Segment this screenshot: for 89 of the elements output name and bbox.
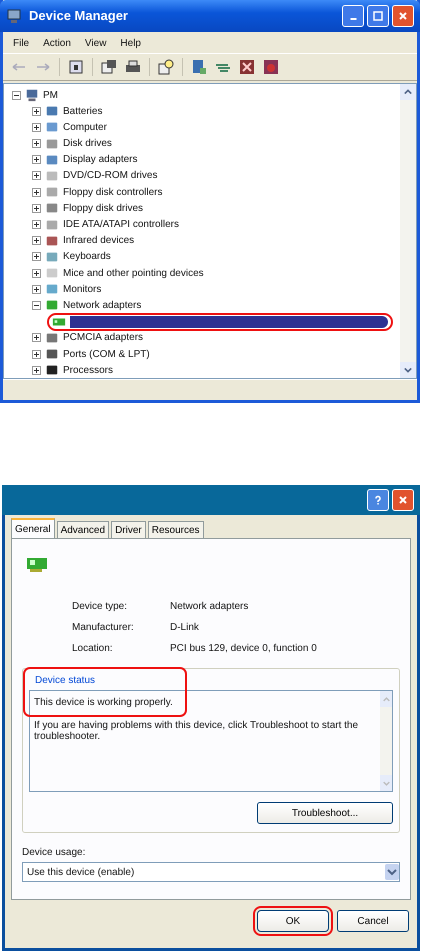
maximize-icon <box>373 10 383 21</box>
scrollbar[interactable] <box>400 84 416 378</box>
field-value: PCI bus 129, device 0, function 0 <box>170 643 318 654</box>
device-icon <box>45 282 59 296</box>
tree-item[interactable]: Ports (COM & LPT) <box>63 348 150 360</box>
device-icon <box>45 250 59 264</box>
maximize-button[interactable] <box>367 4 389 27</box>
field-value: D-Link <box>170 622 200 633</box>
help-button[interactable] <box>367 489 389 511</box>
expand-toggle[interactable] <box>32 236 41 246</box>
device-icon <box>45 330 59 345</box>
expand-toggle[interactable] <box>32 333 41 342</box>
tree-item[interactable]: Display adapters <box>63 154 138 166</box>
troubleshoot-button[interactable]: Troubleshoot... <box>257 802 393 824</box>
device-usage-dropdown[interactable]: Use this device (enable) <box>22 862 400 882</box>
expand-toggle[interactable] <box>12 90 21 100</box>
status-message: This device is working properly. <box>34 697 174 708</box>
field-label: Device type: <box>72 601 128 612</box>
network-card-icon <box>26 555 50 575</box>
expand-toggle[interactable] <box>32 268 41 278</box>
scroll-up-icon[interactable] <box>404 88 412 96</box>
tab[interactable]: Advanced <box>56 521 110 538</box>
expand-toggle[interactable] <box>32 139 41 148</box>
field-label: Device usage: <box>22 847 86 858</box>
computer-icon <box>25 88 39 102</box>
device-icon <box>45 298 59 312</box>
tree-item[interactable]: IDE ATA/ATAPI controllers <box>63 219 179 230</box>
expand-toggle[interactable] <box>32 252 41 262</box>
tree-item[interactable]: Mice and other pointing devices <box>63 268 204 279</box>
device-icon <box>45 120 59 134</box>
cancel-button[interactable]: Cancel <box>337 910 409 932</box>
status-detail: If you are having problems with this device, click Troubleshoot to start the troubleshooter. <box>34 720 360 742</box>
device-icon <box>45 234 59 248</box>
expand-toggle[interactable] <box>32 350 41 358</box>
expand-toggle[interactable] <box>32 188 41 197</box>
expand-toggle[interactable] <box>32 284 41 294</box>
selected-tree-item[interactable] <box>70 316 388 328</box>
menu-item[interactable]: File <box>13 38 30 49</box>
expand-toggle[interactable] <box>32 220 41 229</box>
expand-toggle[interactable] <box>32 122 41 132</box>
device-icon <box>45 185 59 200</box>
expand-toggle[interactable] <box>32 300 41 310</box>
menu-item[interactable]: Action <box>43 38 71 49</box>
close-button[interactable] <box>392 489 414 511</box>
tree-item[interactable]: Batteries <box>63 106 102 117</box>
field-label: Manufacturer: <box>72 622 135 633</box>
minimize-button[interactable] <box>342 4 364 27</box>
tree-item[interactable]: Network adapters <box>63 300 142 311</box>
tree-item[interactable]: PM <box>43 90 58 100</box>
close-icon <box>398 495 408 505</box>
field-label: Location: <box>72 643 114 654</box>
tree-item[interactable]: PCMCIA adapters <box>63 332 144 344</box>
window-icon[interactable] <box>101 59 117 76</box>
device-icon <box>45 363 59 378</box>
tab[interactable]: Driver <box>111 521 146 538</box>
tab[interactable]: General <box>11 518 55 538</box>
tree-item[interactable]: Floppy disk drives <box>63 202 144 214</box>
tree-item[interactable]: Floppy disk controllers <box>63 186 162 198</box>
tree-item[interactable]: Processors <box>63 364 114 376</box>
tab[interactable]: Resources <box>148 521 204 538</box>
computer-icon <box>6 8 22 24</box>
expand-toggle[interactable] <box>32 366 41 375</box>
menu-item[interactable]: Help <box>120 38 141 49</box>
tree-item[interactable]: Disk drives <box>63 138 112 150</box>
close-button[interactable] <box>392 4 414 27</box>
device-icon <box>45 201 59 216</box>
minimize-icon <box>350 18 356 20</box>
tree-item[interactable]: Monitors <box>63 284 102 295</box>
tree-item[interactable]: Keyboards <box>63 251 111 262</box>
menu-item[interactable]: View <box>84 38 106 49</box>
expand-toggle[interactable] <box>32 171 41 180</box>
device-icon <box>45 136 59 151</box>
tree-item[interactable]: Computer <box>63 122 107 133</box>
device-icon <box>45 218 59 232</box>
expand-toggle[interactable] <box>32 204 41 213</box>
close-icon <box>398 10 408 21</box>
tree-item[interactable]: DVD/CD-ROM drives <box>63 170 158 182</box>
group-label: Device status <box>35 675 96 686</box>
window-title: Device Manager <box>29 8 128 24</box>
device-icon <box>45 168 59 183</box>
scroll-down-icon[interactable] <box>404 366 412 374</box>
field-value: Network adapters <box>170 601 250 612</box>
device-icon <box>45 266 59 280</box>
expand-toggle[interactable] <box>32 106 41 116</box>
expand-toggle[interactable] <box>32 155 41 164</box>
tree-item[interactable]: Infrared devices <box>63 235 134 246</box>
device-icon <box>45 104 59 118</box>
device-icon <box>45 152 59 167</box>
device-icon <box>45 347 59 361</box>
